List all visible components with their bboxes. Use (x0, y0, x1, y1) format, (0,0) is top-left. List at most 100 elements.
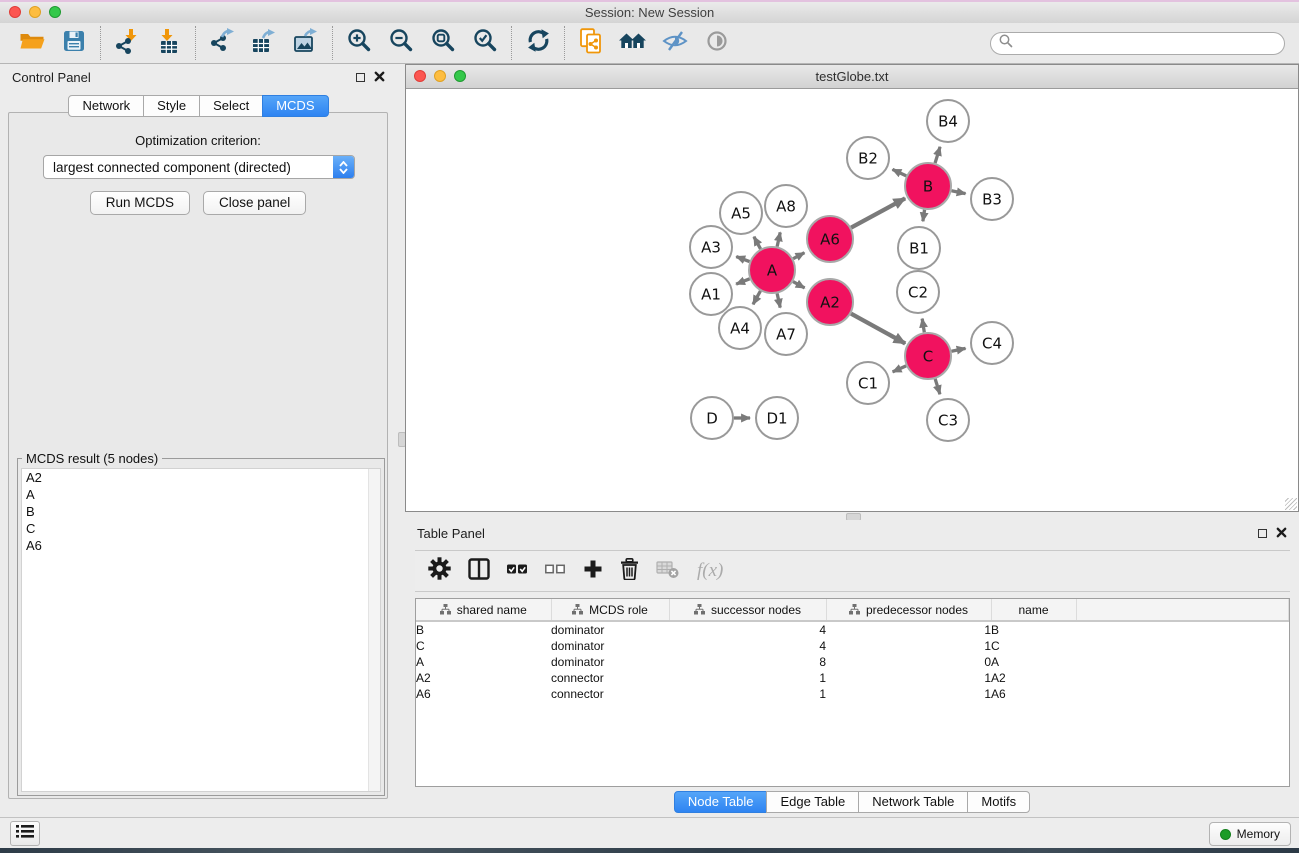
table-cell[interactable]: 1 (669, 670, 826, 686)
graph-node-C2[interactable]: C2 (897, 271, 939, 313)
graph-edge-A-A3[interactable] (736, 257, 749, 262)
graph-node-D[interactable]: D (691, 397, 733, 439)
graph-edge-A-A2[interactable] (793, 282, 805, 288)
zoom-out-button[interactable] (386, 28, 416, 58)
table-cell[interactable]: B (416, 621, 551, 638)
zoom-fit-button[interactable] (428, 28, 458, 58)
save-session-button[interactable] (59, 28, 89, 58)
graph-edge-C-C4[interactable] (952, 348, 966, 351)
panel-divider-horizontal[interactable] (405, 512, 1299, 520)
table-cell[interactable]: dominator (551, 654, 669, 670)
export-table-button[interactable] (249, 28, 279, 58)
graph-edge-C-C1[interactable] (893, 366, 906, 372)
unselect-all-columns-button[interactable] (545, 556, 566, 586)
toggle-panel-mode-button[interactable] (468, 556, 490, 586)
panel-divider-vertical[interactable] (397, 64, 405, 818)
column-header-successor-nodes[interactable]: successor nodes (669, 599, 826, 621)
close-panel-icon[interactable] (374, 70, 385, 85)
graph-node-C1[interactable]: C1 (847, 362, 889, 404)
search-field[interactable] (990, 32, 1285, 55)
graph-node-C3[interactable]: C3 (927, 399, 969, 441)
table-cell[interactable]: A2 (991, 670, 1076, 686)
table-cell[interactable]: 1 (669, 686, 826, 702)
graph-node-C[interactable]: C (905, 333, 951, 379)
function-builder-button[interactable]: f(x) (697, 556, 723, 586)
delete-columns-button[interactable] (620, 556, 639, 586)
criterion-dropdown[interactable]: largest connected component (directed) (43, 155, 355, 179)
select-all-columns-button[interactable] (507, 556, 528, 586)
table-cell[interactable]: 1 (826, 638, 991, 654)
network-minimize-button[interactable] (434, 70, 446, 82)
export-image-button[interactable] (291, 28, 321, 58)
column-header-mcds-role[interactable]: MCDS role (551, 599, 669, 621)
resize-grip-icon[interactable] (1285, 498, 1297, 510)
network-close-button[interactable] (414, 70, 426, 82)
table-cell[interactable]: A (416, 654, 551, 670)
graph-node-B1[interactable]: B1 (898, 227, 940, 269)
table-cell[interactable]: 1 (826, 621, 991, 638)
table-row-a[interactable]: Adominator80A (416, 654, 1289, 670)
graph-node-B[interactable]: B (905, 163, 951, 209)
table-cell[interactable]: C (991, 638, 1076, 654)
tab-select[interactable]: Select (199, 95, 263, 117)
zoom-in-button[interactable] (344, 28, 374, 58)
mcds-result-item[interactable]: A (22, 486, 380, 503)
graph-node-A1[interactable]: A1 (690, 273, 732, 315)
mcds-result-item[interactable]: A2 (22, 469, 380, 486)
table-cell[interactable]: A6 (991, 686, 1076, 702)
table-cell[interactable]: connector (551, 670, 669, 686)
tab-network-table[interactable]: Network Table (858, 791, 968, 813)
delete-table-button[interactable] (656, 556, 680, 586)
hide-graphics-details-button[interactable] (660, 28, 690, 58)
node-table[interactable]: shared nameMCDS rolesuccessor nodesprede… (415, 598, 1290, 787)
graph-edge-A-A8[interactable] (777, 232, 780, 246)
graph-edge-B-B1[interactable] (923, 210, 925, 222)
table-cell[interactable]: C (416, 638, 551, 654)
memory-button[interactable]: Memory (1209, 822, 1291, 846)
table-cell[interactable]: 0 (826, 654, 991, 670)
table-cell[interactable]: 1 (826, 686, 991, 702)
graph-node-A2[interactable]: A2 (807, 279, 853, 325)
task-history-button[interactable] (10, 821, 40, 846)
table-cell[interactable]: B (991, 621, 1076, 638)
table-row-a6[interactable]: A6connector11A6 (416, 686, 1289, 702)
column-header-predecessor-nodes[interactable]: predecessor nodes (826, 599, 991, 621)
graph-edge-B-B4[interactable] (935, 147, 940, 163)
graph-edge-B-B3[interactable] (952, 191, 966, 194)
graph-node-B4[interactable]: B4 (927, 100, 969, 142)
search-input[interactable] (1018, 35, 1276, 52)
graph-node-A4[interactable]: A4 (719, 307, 761, 349)
home-view-button[interactable] (618, 28, 648, 58)
graph-node-A6[interactable]: A6 (807, 216, 853, 262)
table-cell[interactable]: dominator (551, 621, 669, 638)
graph-edge-A-A4[interactable] (753, 291, 760, 304)
table-cell[interactable]: 1 (826, 670, 991, 686)
graph-edge-A-A7[interactable] (777, 293, 780, 307)
import-table-button[interactable] (154, 28, 184, 58)
graph-node-A8[interactable]: A8 (765, 185, 807, 227)
graph-node-B3[interactable]: B3 (971, 178, 1013, 220)
float-panel-icon[interactable] (1258, 529, 1267, 538)
network-canvas[interactable]: AA6A2BCA1A3A4A5A7A8B1B2B3B4C1C2C3C4DD1 (406, 89, 1298, 511)
graph-node-A3[interactable]: A3 (690, 226, 732, 268)
mcds-list-scrollbar[interactable] (368, 469, 380, 791)
graph-node-B2[interactable]: B2 (847, 137, 889, 179)
mcds-result-item[interactable]: A6 (22, 537, 380, 554)
graph-edge-A-A6[interactable] (793, 253, 804, 259)
table-cell[interactable]: A (991, 654, 1076, 670)
graph-node-D1[interactable]: D1 (756, 397, 798, 439)
import-network-button[interactable] (112, 28, 142, 58)
tab-network[interactable]: Network (68, 95, 144, 117)
graph-node-A5[interactable]: A5 (720, 192, 762, 234)
graph-edge-A2-C[interactable] (851, 314, 905, 344)
refresh-button[interactable] (523, 28, 553, 58)
create-column-button[interactable] (583, 556, 603, 586)
close-window-button[interactable] (9, 6, 21, 18)
table-cell[interactable]: 4 (669, 621, 826, 638)
table-row-b[interactable]: Bdominator41B (416, 621, 1289, 638)
tab-motifs[interactable]: Motifs (967, 791, 1030, 813)
table-settings-button[interactable] (428, 556, 451, 586)
network-zoom-button[interactable] (454, 70, 466, 82)
graph-edge-A-A1[interactable] (736, 279, 750, 284)
graph-node-C4[interactable]: C4 (971, 322, 1013, 364)
